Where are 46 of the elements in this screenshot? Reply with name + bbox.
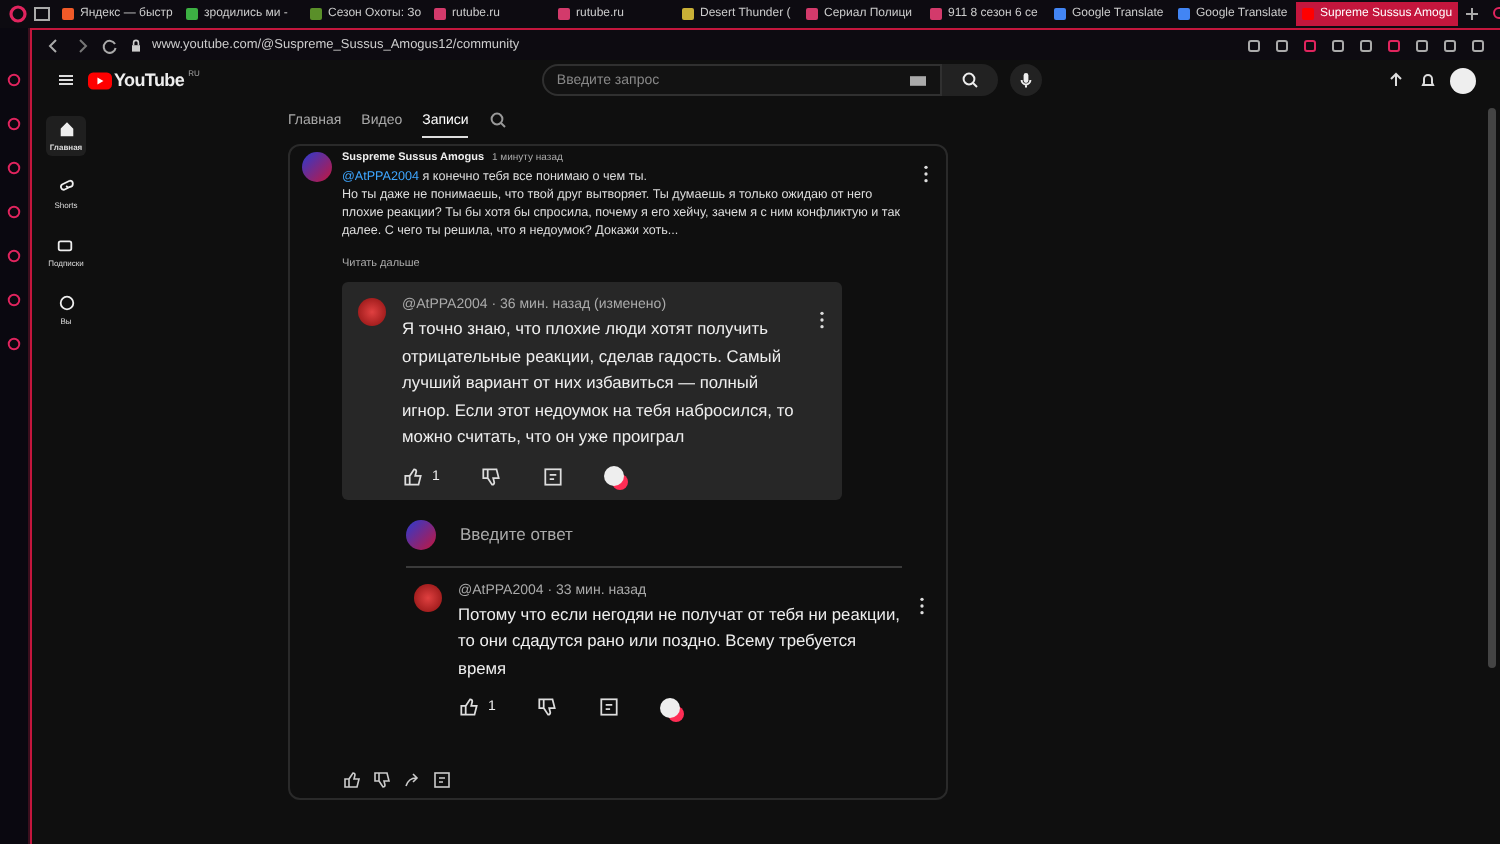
microphone-icon <box>1016 70 1037 90</box>
ring-logo-icon[interactable] <box>8 4 28 24</box>
thumbs-up-icon[interactable] <box>402 465 424 487</box>
window-icon[interactable] <box>32 4 52 24</box>
subscriptions-icon <box>56 236 75 254</box>
sidebar-circle-icon[interactable] <box>6 248 22 264</box>
lock-icon <box>128 37 144 53</box>
menu-icon[interactable] <box>56 70 76 90</box>
reply-text: Потому что если негодяи не получат от тебя ни реакции, то они сдадутся рано или поздно. Всему требуется время <box>458 601 902 682</box>
home-icon <box>57 120 75 138</box>
thumbs-up-icon[interactable] <box>458 696 480 718</box>
sidebar-circle-icon[interactable] <box>6 204 22 220</box>
comment-icon[interactable] <box>432 770 452 790</box>
sidebar-circle-icon[interactable] <box>6 292 22 308</box>
more-options-icon[interactable] <box>818 310 826 330</box>
avatar <box>406 519 436 549</box>
more-options-icon[interactable] <box>922 164 930 184</box>
person-icon <box>57 294 75 312</box>
sidebar-circle-icon[interactable] <box>6 336 22 352</box>
thumbs-down-icon[interactable] <box>535 696 558 718</box>
thumbs-down-icon[interactable] <box>479 465 502 487</box>
plus-icon[interactable] <box>1462 4 1483 24</box>
play-logo-icon <box>88 71 112 89</box>
logo-text: YouTube <box>114 70 185 90</box>
reply-input-field[interactable]: Введите ответ <box>456 522 902 546</box>
microphone-button[interactable] <box>1010 64 1043 96</box>
avatar[interactable] <box>1450 67 1476 93</box>
thumbs-up-icon[interactable] <box>342 770 362 790</box>
reply-icon[interactable] <box>541 465 564 487</box>
keyboard-icon[interactable] <box>910 75 927 85</box>
more-options-icon[interactable] <box>918 595 926 615</box>
sidebar-circle-icon[interactable] <box>6 72 22 88</box>
reload-icon[interactable] <box>100 35 120 55</box>
upload-icon[interactable] <box>1386 70 1406 90</box>
thumbs-down-icon[interactable] <box>372 770 392 790</box>
shorts-icon <box>57 178 75 196</box>
sidebar-circle-icon[interactable] <box>6 116 22 132</box>
search-button[interactable] <box>942 64 999 96</box>
reply-icon[interactable] <box>597 696 620 718</box>
sidebar-circle-icon[interactable] <box>6 160 22 176</box>
reply-text: Я точно знаю, что плохие люди хотят получить отрицательные реакции, сделав гадость. Самый лучший вариант от них избавиться — полный игнор. Если этот недоумок на тебя набросился, то можно считать, что он уже проиграл <box>402 316 796 450</box>
search-icon <box>960 70 981 90</box>
search-icon[interactable] <box>488 110 509 130</box>
share-icon[interactable] <box>402 770 422 790</box>
scrollbar[interactable] <box>1488 108 1496 668</box>
bell-icon[interactable] <box>1418 70 1438 90</box>
